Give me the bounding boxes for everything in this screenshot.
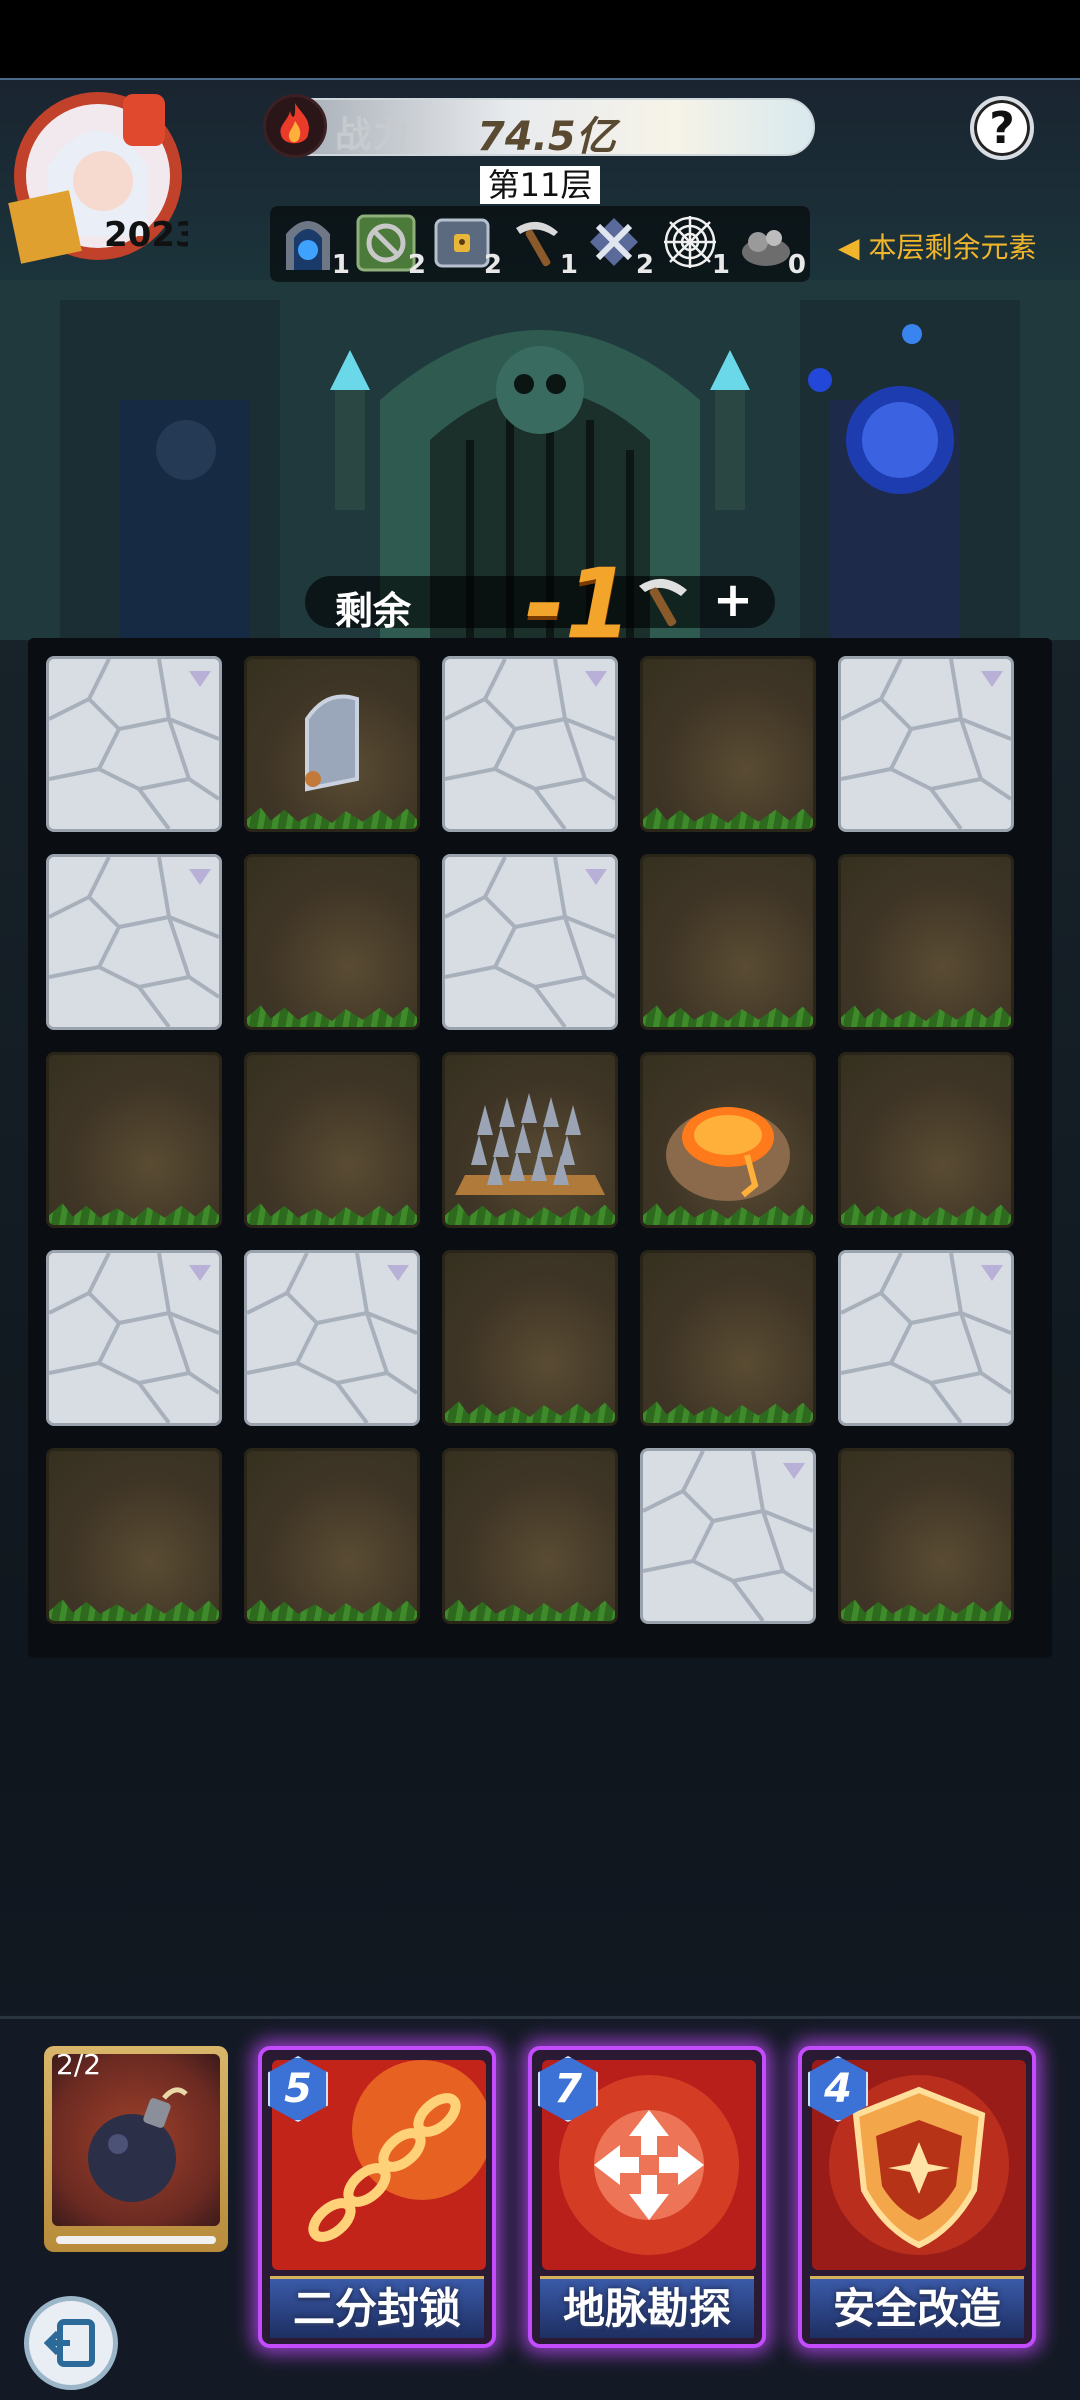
lava-tile[interactable] [640, 1052, 816, 1228]
skill-card-earth-survey[interactable]: 地脉勘探 7 [528, 2046, 766, 2348]
bomb-item-card[interactable]: 2/2 [44, 2046, 228, 2252]
fire-icon [263, 94, 327, 158]
dirt-tile[interactable] [46, 1448, 222, 1624]
combat-power-value: 74.5亿 [477, 114, 616, 160]
bomb-progress [56, 2236, 216, 2244]
dirt-tile[interactable] [442, 1448, 618, 1624]
pickaxe-icon: 1 [508, 212, 578, 280]
remaining-label: 剩余 [335, 589, 412, 633]
skill-name: 二分封锁 [292, 2284, 461, 2333]
dirt-tile[interactable] [244, 854, 420, 1030]
no-entry-icon: 2 [356, 212, 426, 280]
floor-elements-strip: 1 2 2 1 2 1 0 [270, 206, 810, 282]
dirt-tile[interactable] [244, 1448, 420, 1624]
dirt-tile[interactable] [838, 854, 1014, 1030]
add-pickaxe-button[interactable]: + [707, 576, 759, 628]
dig-grid [28, 638, 1052, 1658]
player-avatar[interactable]: 2023 [8, 86, 188, 266]
dirt-tile[interactable] [46, 1052, 222, 1228]
combat-power-bar: 战力 74.5亿 [263, 94, 815, 160]
dirt-tile[interactable] [640, 656, 816, 832]
tomb-tile[interactable] [244, 656, 420, 832]
remaining-counter: 剩余 -1 + [305, 548, 775, 660]
tombstone-icon [247, 659, 417, 829]
skill-name: 安全改造 [832, 2284, 1001, 2333]
element-count: 1 [559, 250, 578, 280]
stone-tile[interactable] [46, 854, 222, 1030]
element-count: 1 [711, 250, 730, 280]
dirt-tile[interactable] [244, 1052, 420, 1228]
spikes-tile[interactable] [442, 1052, 618, 1228]
game-screen: 2023 战力 74.5亿 第11层 ? 1 2 2 1 2 1 0 ◀ 本层剩… [0, 0, 1080, 2400]
skill-name: 地脉勘探 [562, 2284, 731, 2333]
element-count: 2 [635, 250, 654, 280]
element-count: 2 [483, 250, 502, 280]
rubble-icon: 0 [736, 212, 806, 280]
skill-card-binary-lock[interactable]: 二分封锁 5 [258, 2046, 496, 2348]
status-divider [0, 78, 1080, 80]
stone-tile[interactable] [838, 1250, 1014, 1426]
locked-chest-icon: 2 [432, 212, 502, 280]
crossed-swords-icon: 2 [584, 212, 654, 280]
help-label: ? [989, 102, 1015, 154]
stone-tile[interactable] [442, 656, 618, 832]
portal-icon: 1 [280, 212, 350, 280]
floor-text: 第11层 [479, 166, 601, 204]
exit-button[interactable] [24, 2296, 118, 2390]
element-count: 0 [787, 250, 806, 280]
help-button[interactable]: ? [970, 96, 1034, 160]
skill-card-safety-mod[interactable]: 安全改造 4 [798, 2046, 1036, 2348]
spider-web-icon: 1 [660, 212, 730, 280]
spike-trap-icon [445, 1055, 615, 1225]
lava-pit-icon [643, 1055, 813, 1225]
dirt-tile[interactable] [838, 1052, 1014, 1228]
combat-power-label: 战力 [335, 115, 412, 156]
stone-tile[interactable] [442, 854, 618, 1030]
svg-text:2023: 2023 [104, 215, 188, 255]
stone-tile[interactable] [640, 1448, 816, 1624]
stone-tile[interactable] [46, 656, 222, 832]
dirt-tile[interactable] [640, 1250, 816, 1426]
dirt-tile[interactable] [838, 1448, 1014, 1624]
element-count: 1 [331, 250, 350, 280]
dirt-tile[interactable] [442, 1250, 618, 1426]
dirt-tile[interactable] [640, 854, 816, 1030]
bomb-count: 2/2 [56, 2048, 102, 2081]
floor-label: 第11层 [440, 160, 640, 206]
remaining-elements-text: 本层剩余元素 [868, 231, 1037, 264]
remaining-elements-label[interactable]: ◀ 本层剩余元素 [838, 226, 1036, 266]
element-count: 2 [407, 250, 426, 280]
exit-icon [44, 2319, 95, 2367]
stone-tile[interactable] [838, 656, 1014, 832]
stone-tile[interactable] [244, 1250, 420, 1426]
pickaxe-icon [639, 578, 687, 627]
stone-tile[interactable] [46, 1250, 222, 1426]
